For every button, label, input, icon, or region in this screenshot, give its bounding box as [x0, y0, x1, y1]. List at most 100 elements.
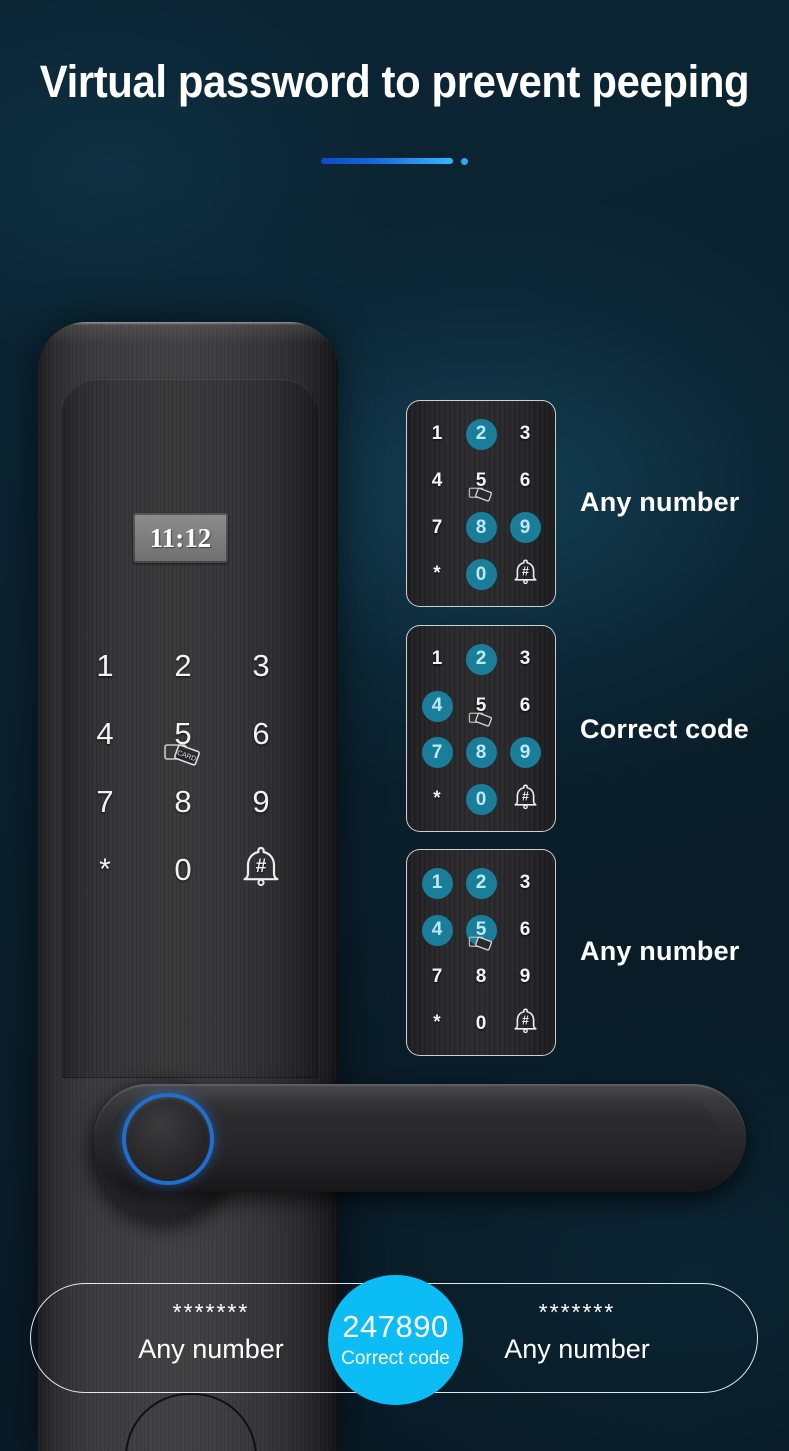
panel1-key-5[interactable]: 5 [459, 458, 503, 505]
lock-key-6[interactable]: 6 [222, 700, 300, 768]
lock-display: 11:12 [133, 513, 228, 563]
panel3-key-8[interactable]: 8 [459, 954, 503, 1001]
key-label-highlighted: 9 [509, 737, 541, 769]
lock-key-3[interactable]: 3 [222, 632, 300, 700]
svg-text:#: # [522, 564, 529, 578]
panel2-key-3[interactable]: 3 [503, 636, 547, 683]
key-label: 1 [431, 648, 443, 670]
panel1-key-4[interactable]: 4 [415, 458, 459, 505]
pill-right-label: Any number [504, 1334, 650, 1364]
panel-keypad-grid: 1 2 3 4 5 6 7 8 9 * 0 # [415, 411, 547, 598]
panel-label-any-number-top: Any number [580, 487, 740, 517]
key-label-highlighted: 8 [465, 737, 497, 769]
bell-hash-icon: # [513, 783, 538, 816]
pill-left-label: Any number [138, 1334, 284, 1364]
lock-key-1[interactable]: 1 [66, 632, 144, 700]
lock-key-label: * [99, 853, 111, 886]
key-label-highlighted: 2 [465, 867, 497, 899]
key-label: 0 [475, 1012, 487, 1034]
panel1-key-star[interactable]: * [415, 551, 459, 598]
pill-left-stars: ******* [172, 1299, 250, 1325]
divider-bar [321, 158, 453, 164]
panel1-key-6[interactable]: 6 [503, 458, 547, 505]
key-label-highlighted: 0 [465, 784, 497, 816]
panel3-key-6[interactable]: 6 [503, 907, 547, 954]
key-label: * [433, 1012, 441, 1034]
correct-code-label: Correct code [341, 1348, 450, 1369]
lock-key-5[interactable]: 5 CARD [144, 700, 222, 768]
panel-label-any-number-bottom: Any number [580, 936, 740, 966]
lock-key-9[interactable]: 9 [222, 768, 300, 836]
key-label-highlighted: 4 [421, 690, 453, 722]
panel3-key-5[interactable]: 5 [459, 907, 503, 954]
panel3-key-1[interactable]: 1 [415, 860, 459, 907]
panel1-key-0[interactable]: 0 [459, 551, 503, 598]
key-label-highlighted: 4 [421, 914, 453, 946]
key-label: 9 [519, 965, 531, 987]
panel2-key-8[interactable]: 8 [459, 730, 503, 777]
panel3-key-9[interactable]: 9 [503, 954, 547, 1001]
key-label: 6 [519, 695, 531, 717]
panel1-key-bell[interactable]: # [503, 551, 547, 598]
title-divider [0, 155, 789, 167]
panel1-key-1[interactable]: 1 [415, 411, 459, 458]
panel2-key-4[interactable]: 4 [415, 683, 459, 730]
panel1-key-8[interactable]: 8 [459, 505, 503, 552]
lock-key-label: 9 [252, 784, 270, 819]
key-label: 1 [431, 423, 443, 445]
panel2-key-bell[interactable]: # [503, 776, 547, 823]
lock-key-2[interactable]: 2 [144, 632, 222, 700]
panel3-key-2[interactable]: 2 [459, 860, 503, 907]
key-label: * [433, 563, 441, 585]
bell-hash-icon: # [241, 845, 281, 895]
panel-any-number-bottom: 1 2 3 4 5 6 7 8 9 * 0 # [406, 849, 556, 1056]
key-label: 3 [519, 648, 531, 670]
key-label: * [433, 788, 441, 810]
lock-key-label: 0 [174, 852, 192, 887]
lock-keypad[interactable]: 1 2 3 4 5 CARD 6 7 8 9 * 0 # [66, 632, 300, 904]
lock-key-7[interactable]: 7 [66, 768, 144, 836]
lock-key-0[interactable]: 0 [144, 836, 222, 904]
lock-key-bell[interactable]: # [222, 836, 300, 904]
panel2-key-5[interactable]: 5 [459, 683, 503, 730]
panel3-key-4[interactable]: 4 [415, 907, 459, 954]
panel3-key-star[interactable]: * [415, 1000, 459, 1047]
lock-display-time: 11:12 [149, 522, 212, 553]
panel2-key-1[interactable]: 1 [415, 636, 459, 683]
panel3-key-bell[interactable]: # [503, 1000, 547, 1047]
panel1-key-2[interactable]: 2 [459, 411, 503, 458]
key-label: 6 [519, 919, 531, 941]
panel1-key-9[interactable]: 9 [503, 505, 547, 552]
lock-key-label: 6 [252, 716, 270, 751]
fingerprint-sensor[interactable] [126, 1097, 210, 1181]
key-label-highlighted: 0 [465, 559, 497, 591]
panel2-key-6[interactable]: 6 [503, 683, 547, 730]
key-label: 3 [519, 423, 531, 445]
key-label: 3 [519, 872, 531, 894]
panel1-key-7[interactable]: 7 [415, 505, 459, 552]
panel2-key-star[interactable]: * [415, 776, 459, 823]
panel2-key-2[interactable]: 2 [459, 636, 503, 683]
correct-code-badge: 247890 Correct code [328, 1275, 463, 1405]
panel3-key-3[interactable]: 3 [503, 860, 547, 907]
promo-page: Virtual password to prevent peeping 11:1… [0, 0, 789, 1451]
key-label: 7 [431, 965, 443, 987]
key-label: 6 [519, 470, 531, 492]
panel2-key-7[interactable]: 7 [415, 730, 459, 777]
lock-key-8[interactable]: 8 [144, 768, 222, 836]
lock-key-label: 3 [252, 648, 270, 683]
panel3-key-7[interactable]: 7 [415, 954, 459, 1001]
panel-keypad-grid: 1 2 3 4 5 6 7 8 9 * 0 # [415, 860, 547, 1047]
svg-text:#: # [522, 789, 529, 803]
lock-key-4[interactable]: 4 [66, 700, 144, 768]
panel1-key-3[interactable]: 3 [503, 411, 547, 458]
lock-key-star[interactable]: * [66, 836, 144, 904]
panel-keypad-grid: 1 2 3 4 5 6 7 8 9 * 0 # [415, 636, 547, 823]
panel2-key-9[interactable]: 9 [503, 730, 547, 777]
panel3-key-0[interactable]: 0 [459, 1000, 503, 1047]
key-label-highlighted: 1 [421, 867, 453, 899]
lock-key-label: 2 [174, 648, 192, 683]
panel-correct-code: 1 2 3 4 5 6 7 8 9 * 0 # [406, 625, 556, 832]
key-label: 8 [475, 965, 487, 987]
panel2-key-0[interactable]: 0 [459, 776, 503, 823]
